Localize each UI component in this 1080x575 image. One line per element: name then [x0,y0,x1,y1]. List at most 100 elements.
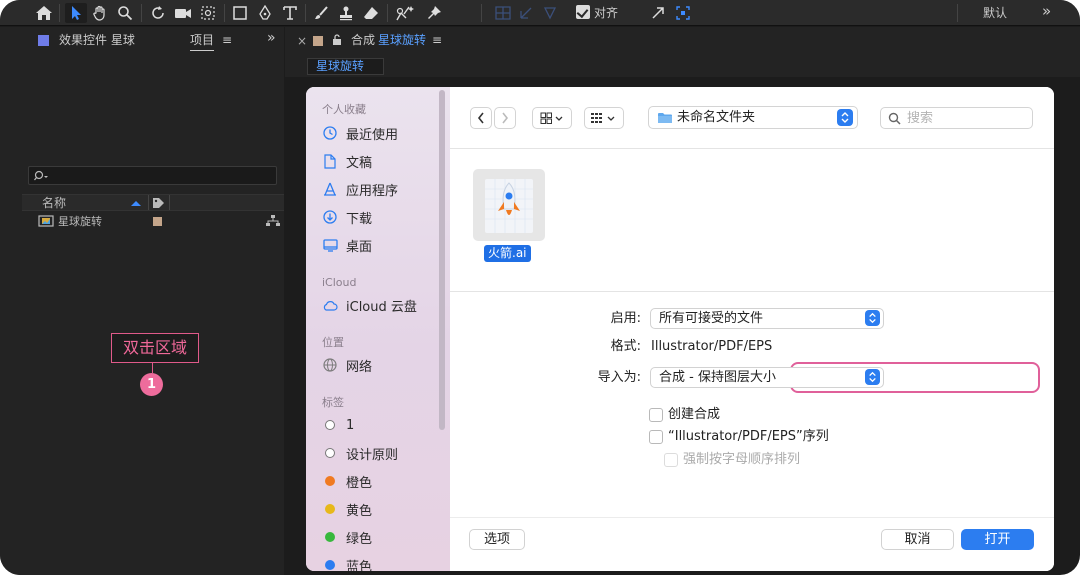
pen-tool-icon[interactable] [254,3,276,23]
home-icon[interactable] [33,3,55,23]
sidebar-tag-design-principles[interactable]: 设计原则 [322,443,398,463]
expand-arrow-icon[interactable] [647,3,669,23]
sequence-label: “Illustrator/PDF/EPS”序列 [668,429,829,444]
enable-select[interactable]: 所有可接受的文件 [650,308,884,329]
view-mode-button[interactable] [532,107,572,129]
file-item-rocket[interactable] [473,169,545,241]
group-by-button[interactable] [584,107,624,129]
comp-title-name[interactable]: 星球旋转 [378,32,426,48]
puppet-pin-tool-icon[interactable] [423,3,445,23]
rotate-tool-icon[interactable] [147,3,169,23]
sidebar-item-label: 文稿 [346,155,373,171]
sidebar-tag-orange[interactable]: 橙色 [322,471,372,491]
camera-tool-icon[interactable] [172,3,194,23]
project-panel: 效果控件 星球 项目 ≡ » 名称 星球旋转 [0,27,284,575]
options-button[interactable]: 选项 [469,529,525,550]
label-tag-icon[interactable] [152,197,165,209]
panel-expand-button[interactable]: » [267,29,276,47]
hand-tool-icon[interactable] [89,3,111,23]
local-axis-icon[interactable] [515,3,537,23]
project-search-input[interactable] [28,166,277,185]
tab-effect-controls[interactable]: 效果控件 星球 [59,31,135,49]
forward-button[interactable] [494,107,516,129]
sort-ascending-icon[interactable] [130,199,142,207]
type-tool-icon[interactable] [279,3,301,23]
comp-panel-menu-icon[interactable]: ≡ [432,32,442,48]
world-axis-icon[interactable] [539,3,561,23]
form-divider [450,291,1054,292]
align-checkbox[interactable] [576,5,590,19]
sidebar-header-icloud: iCloud [322,276,357,289]
open-button[interactable]: 打开 [961,529,1034,550]
sidebar-item-label: 蓝色 [346,559,373,572]
sidebar-item-applications[interactable]: 应用程序 [322,179,398,199]
zoom-tool-icon[interactable] [114,3,136,23]
applications-icon [322,181,338,197]
import-as-label: 导入为: [597,370,641,385]
fit-frame-icon[interactable] [672,3,694,23]
sidebar-item-network[interactable]: 网络 [322,355,372,375]
location-popup[interactable]: 未命名文件夹 [648,106,858,129]
column-name-label[interactable]: 名称 [42,196,66,211]
sidebar-item-label: iCloud 云盘 [346,299,417,315]
snapping-icon[interactable] [492,3,514,23]
roto-brush-tool-icon[interactable] [392,3,418,23]
force-alphabetical-checkbox[interactable] [664,453,678,467]
import-file-dialog: 个人收藏 最近使用 文稿 应用程序 下载 桌面 iCloud iCloud 云盘… [306,87,1054,571]
sidebar-item-recents[interactable]: 最近使用 [322,123,398,143]
selection-tool-icon[interactable] [65,3,87,23]
sidebar-item-documents[interactable]: 文稿 [322,151,372,171]
close-comp-button[interactable]: × [297,34,307,48]
sidebar-item-desktop[interactable]: 桌面 [322,235,372,255]
clone-stamp-tool-icon[interactable] [335,3,357,23]
workspace-label[interactable]: 默认 [983,5,1007,21]
chevron-updown-icon [837,109,853,126]
pan-behind-tool-icon[interactable] [197,3,219,23]
comp-viewer-tab[interactable]: 星球旋转 [307,58,384,75]
sidebar-tag-green[interactable]: 绿色 [322,527,372,547]
sidebar-item-label: 橙色 [346,475,373,491]
project-column-header: 名称 [22,194,284,211]
comp-title-prefix: 合成 [351,33,376,47]
workspace-more-button[interactable]: » [1042,3,1051,19]
file-name-label[interactable]: 火箭.ai [484,245,531,262]
eraser-tool-icon[interactable] [360,3,382,23]
tab-project[interactable]: 项目 [190,31,215,51]
sequence-checkbox[interactable] [649,430,663,444]
back-button[interactable] [470,107,492,129]
rectangle-tool-icon[interactable] [229,3,251,23]
document-icon [322,153,338,169]
create-comp-checkbox[interactable] [649,408,663,422]
format-label: 格式: [610,339,641,354]
sidebar-tag-blue[interactable]: 蓝色 [322,555,372,571]
align-label: 对齐 [594,6,619,20]
import-as-select[interactable]: 合成 - 保持图层大小 [650,367,884,388]
cancel-button[interactable]: 取消 [881,529,954,550]
sidebar-item-icloud-drive[interactable]: iCloud 云盘 [322,295,417,315]
project-panel-menu-icon[interactable]: ≡ [222,31,232,49]
project-item-row[interactable]: 星球旋转 [22,213,284,230]
tag-dot-icon [325,504,335,514]
comp-label-color [313,36,323,46]
enable-label: 启用: [610,311,641,326]
search-placeholder: 搜索 [907,111,934,126]
sidebar-item-label: 应用程序 [346,183,399,199]
tag-dot-icon [325,532,335,542]
tag-dot-icon [325,560,335,570]
sidebar-item-downloads[interactable]: 下载 [322,207,372,227]
sidebar-item-label: 绿色 [346,531,373,547]
dialog-search-input[interactable]: 搜索 [880,107,1033,129]
flowchart-icon[interactable] [266,215,280,227]
grid-view-icon [540,112,563,124]
sidebar-tag-yellow[interactable]: 黄色 [322,499,372,519]
dialog-toolbar: 未命名文件夹 搜索 [450,87,1054,149]
globe-icon [322,357,338,373]
chevron-updown-icon [865,369,880,385]
lock-icon[interactable] [332,34,342,46]
brush-tool-icon[interactable] [310,3,332,23]
double-click-callout: 双击区域 [111,333,199,363]
sidebar-scrollbar[interactable] [439,90,445,430]
sidebar-tag-1[interactable]: 1 [322,415,354,435]
sidebar-header-favorites: 个人收藏 [322,103,366,116]
dialog-main: 未命名文件夹 搜索 火箭.ai 启用: 所有可接受的文件 格式: Illustr… [450,87,1054,571]
